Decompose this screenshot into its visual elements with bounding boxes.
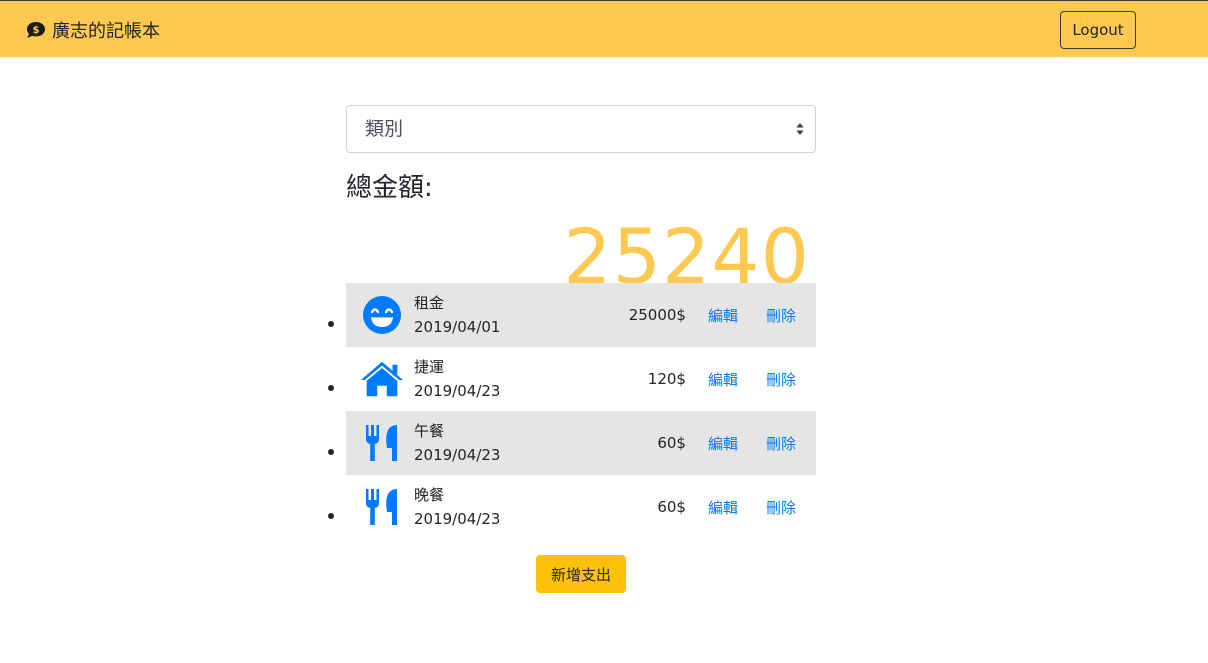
category-select[interactable]: 類別 <box>346 105 816 153</box>
expense-name: 午餐 <box>414 422 445 440</box>
expense-date: 2019/04/23 <box>414 446 501 464</box>
edit-link[interactable]: 編輯 <box>708 305 738 326</box>
main-content: 類別 總金額: 25240 租金 2019/04/01 25000$ 編輯 刪除… <box>328 105 816 619</box>
list-bullet <box>328 321 334 327</box>
comment-dollar-icon: $ <box>26 20 46 40</box>
delete-link[interactable]: 刪除 <box>766 497 796 518</box>
expense-name: 租金 <box>414 294 445 312</box>
svg-text:$: $ <box>33 25 40 36</box>
edit-link[interactable]: 編輯 <box>708 433 738 454</box>
expense-date: 2019/04/23 <box>414 510 501 528</box>
total-amount: 25240 <box>563 212 810 301</box>
home-icon <box>360 357 404 401</box>
expense-details: 午餐 2019/04/23 <box>414 421 500 465</box>
expense-amount: 60$ <box>657 434 686 452</box>
logout-button[interactable]: Logout <box>1060 11 1136 49</box>
list-bullet <box>328 513 334 519</box>
expense-details: 晚餐 2019/04/23 <box>414 485 500 529</box>
expense-row: 晚餐 2019/04/23 60$ 編輯 刪除 <box>328 475 816 539</box>
grin-icon <box>360 293 404 337</box>
brand-title: 廣志的記帳本 <box>52 21 160 42</box>
expense-amount: 120$ <box>647 370 686 388</box>
edit-link[interactable]: 編輯 <box>708 497 738 518</box>
expense-details: 租金 2019/04/01 <box>414 293 500 337</box>
list-bullet <box>328 385 334 391</box>
expense-details: 捷運 2019/04/23 <box>414 357 500 401</box>
category-filter: 類別 <box>346 105 816 153</box>
total-label: 總金額: <box>346 173 433 203</box>
delete-link[interactable]: 刪除 <box>766 433 796 454</box>
expense-list: 租金 2019/04/01 25000$ 編輯 刪除 捷運 2019/04/23… <box>328 283 816 539</box>
expense-row: 捷運 2019/04/23 120$ 編輯 刪除 <box>328 347 816 411</box>
navbar: $ 廣志的記帳本 Logout <box>0 0 1208 57</box>
expense-name: 晚餐 <box>414 486 445 504</box>
expense-amount: 60$ <box>657 498 686 516</box>
utensils-icon <box>360 485 404 529</box>
expense-name: 捷運 <box>414 358 445 376</box>
expense-amount: 25000$ <box>628 306 686 324</box>
delete-link[interactable]: 刪除 <box>766 369 796 390</box>
expense-row: 午餐 2019/04/23 60$ 編輯 刪除 <box>328 411 816 475</box>
list-bullet <box>328 449 334 455</box>
utensils-icon <box>360 421 404 465</box>
edit-link[interactable]: 編輯 <box>708 369 738 390</box>
expense-date: 2019/04/23 <box>414 382 501 400</box>
delete-link[interactable]: 刪除 <box>766 305 796 326</box>
add-expense-button[interactable]: 新增支出 <box>536 555 626 593</box>
add-expense-row: 新增支出 <box>346 539 816 619</box>
expense-row: 租金 2019/04/01 25000$ 編輯 刪除 <box>328 283 816 347</box>
expense-date: 2019/04/01 <box>414 318 501 336</box>
brand-link[interactable]: $ 廣志的記帳本 <box>26 18 160 42</box>
